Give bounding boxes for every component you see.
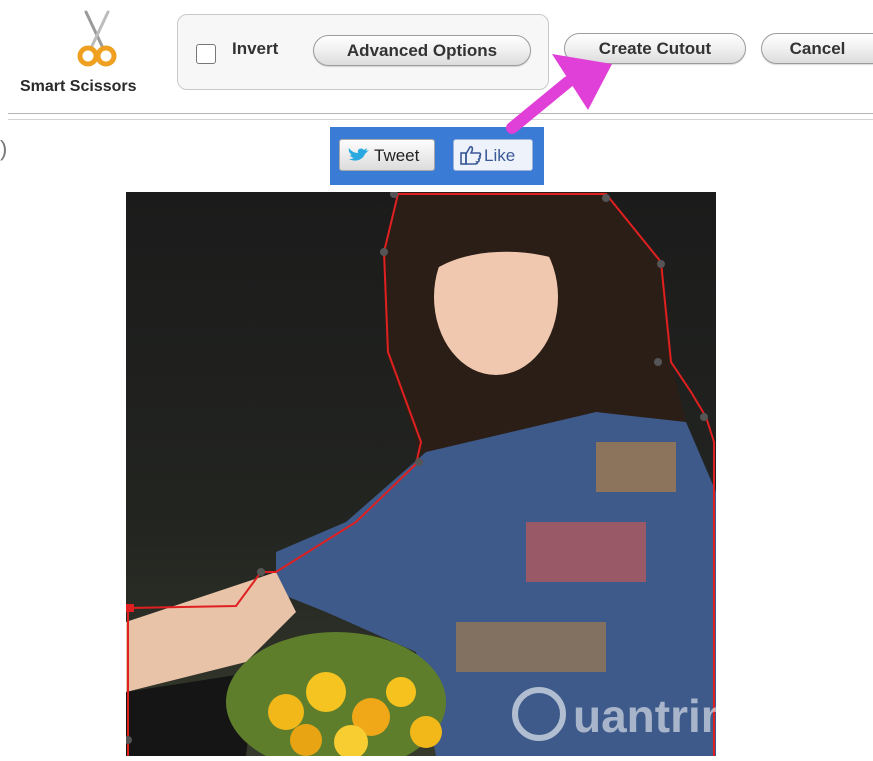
- cutout-options-panel: Invert Advanced Options: [177, 14, 549, 90]
- like-label: Like: [484, 146, 516, 165]
- smart-scissors-tool[interactable]: Smart Scissors: [14, 8, 164, 98]
- tweet-button[interactable]: Tweet: [339, 139, 435, 171]
- tool-label: Smart Scissors: [20, 78, 137, 95]
- social-share-box: Tweet Like: [330, 127, 544, 185]
- like-button[interactable]: Like: [453, 139, 533, 171]
- advanced-options-button[interactable]: Advanced Options: [313, 35, 531, 66]
- cancel-button[interactable]: Cancel: [761, 33, 873, 64]
- thumbs-up-icon: [460, 145, 482, 165]
- cutout-photo[interactable]: [126, 192, 716, 756]
- toolbar-divider: [8, 113, 873, 114]
- invert-label[interactable]: Invert: [232, 39, 278, 59]
- create-cutout-button[interactable]: Create Cutout: [564, 33, 746, 64]
- photo-blouse-stripe-tan: [456, 622, 606, 672]
- tweet-label: Tweet: [374, 146, 420, 165]
- invert-checkbox[interactable]: [196, 44, 216, 64]
- cutout-start-marker[interactable]: [126, 604, 134, 612]
- toolbar-divider-shadow: [8, 119, 873, 120]
- partial-paren-text: ): [0, 136, 8, 161]
- twitter-bird-icon: [348, 148, 369, 161]
- scissors-icon: [77, 10, 117, 67]
- photo-blouse-stripe-red: [526, 522, 646, 582]
- photo-blouse-stripe-brown: [596, 442, 676, 492]
